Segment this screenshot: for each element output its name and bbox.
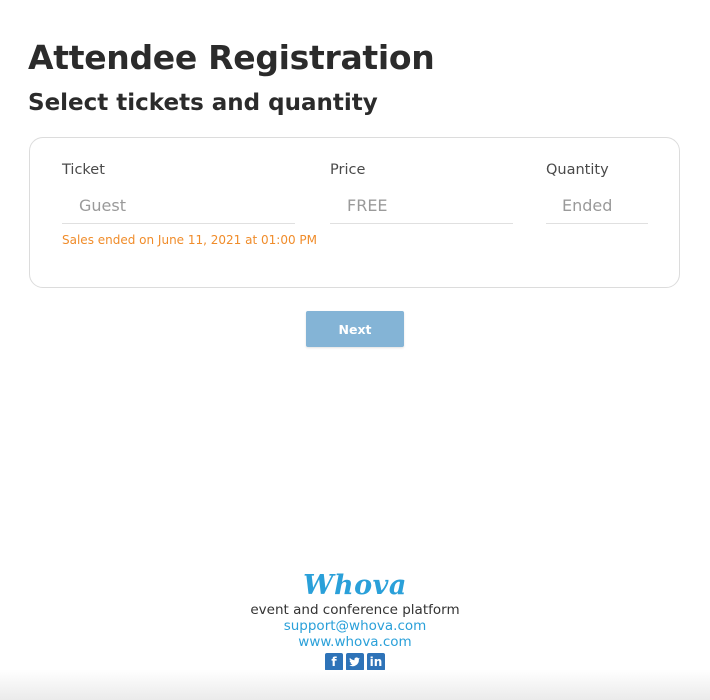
page-subtitle: Select tickets and quantity [28, 90, 378, 116]
registration-page: Attendee Registration Select tickets and… [0, 0, 710, 700]
website-link[interactable]: www.whova.com [0, 634, 710, 650]
twitter-bird-glyph [349, 657, 360, 667]
ticket-name-field: Guest [62, 190, 295, 224]
price-column-header: Price [330, 162, 366, 178]
linkedin-icon[interactable]: in [367, 653, 385, 671]
footer-tagline: event and conference platform [250, 602, 460, 618]
ticket-price-field: FREE [330, 190, 513, 224]
social-links: f in [0, 653, 710, 671]
footer: Whova event and conference platform supp… [0, 570, 710, 671]
whova-logo: Whova [303, 570, 407, 601]
facebook-icon[interactable]: f [325, 653, 343, 671]
next-button[interactable]: Next [306, 311, 404, 347]
ticket-column-header: Ticket [62, 162, 105, 178]
page-title: Attendee Registration [28, 38, 435, 77]
bottom-edge-shadow [0, 670, 710, 700]
quantity-column-header: Quantity [546, 162, 609, 178]
twitter-icon[interactable] [346, 653, 364, 671]
quantity-select[interactable]: Ended [546, 190, 648, 224]
sales-ended-note: Sales ended on June 11, 2021 at 01:00 PM [62, 233, 317, 247]
support-email-link[interactable]: support@whova.com [0, 618, 710, 634]
